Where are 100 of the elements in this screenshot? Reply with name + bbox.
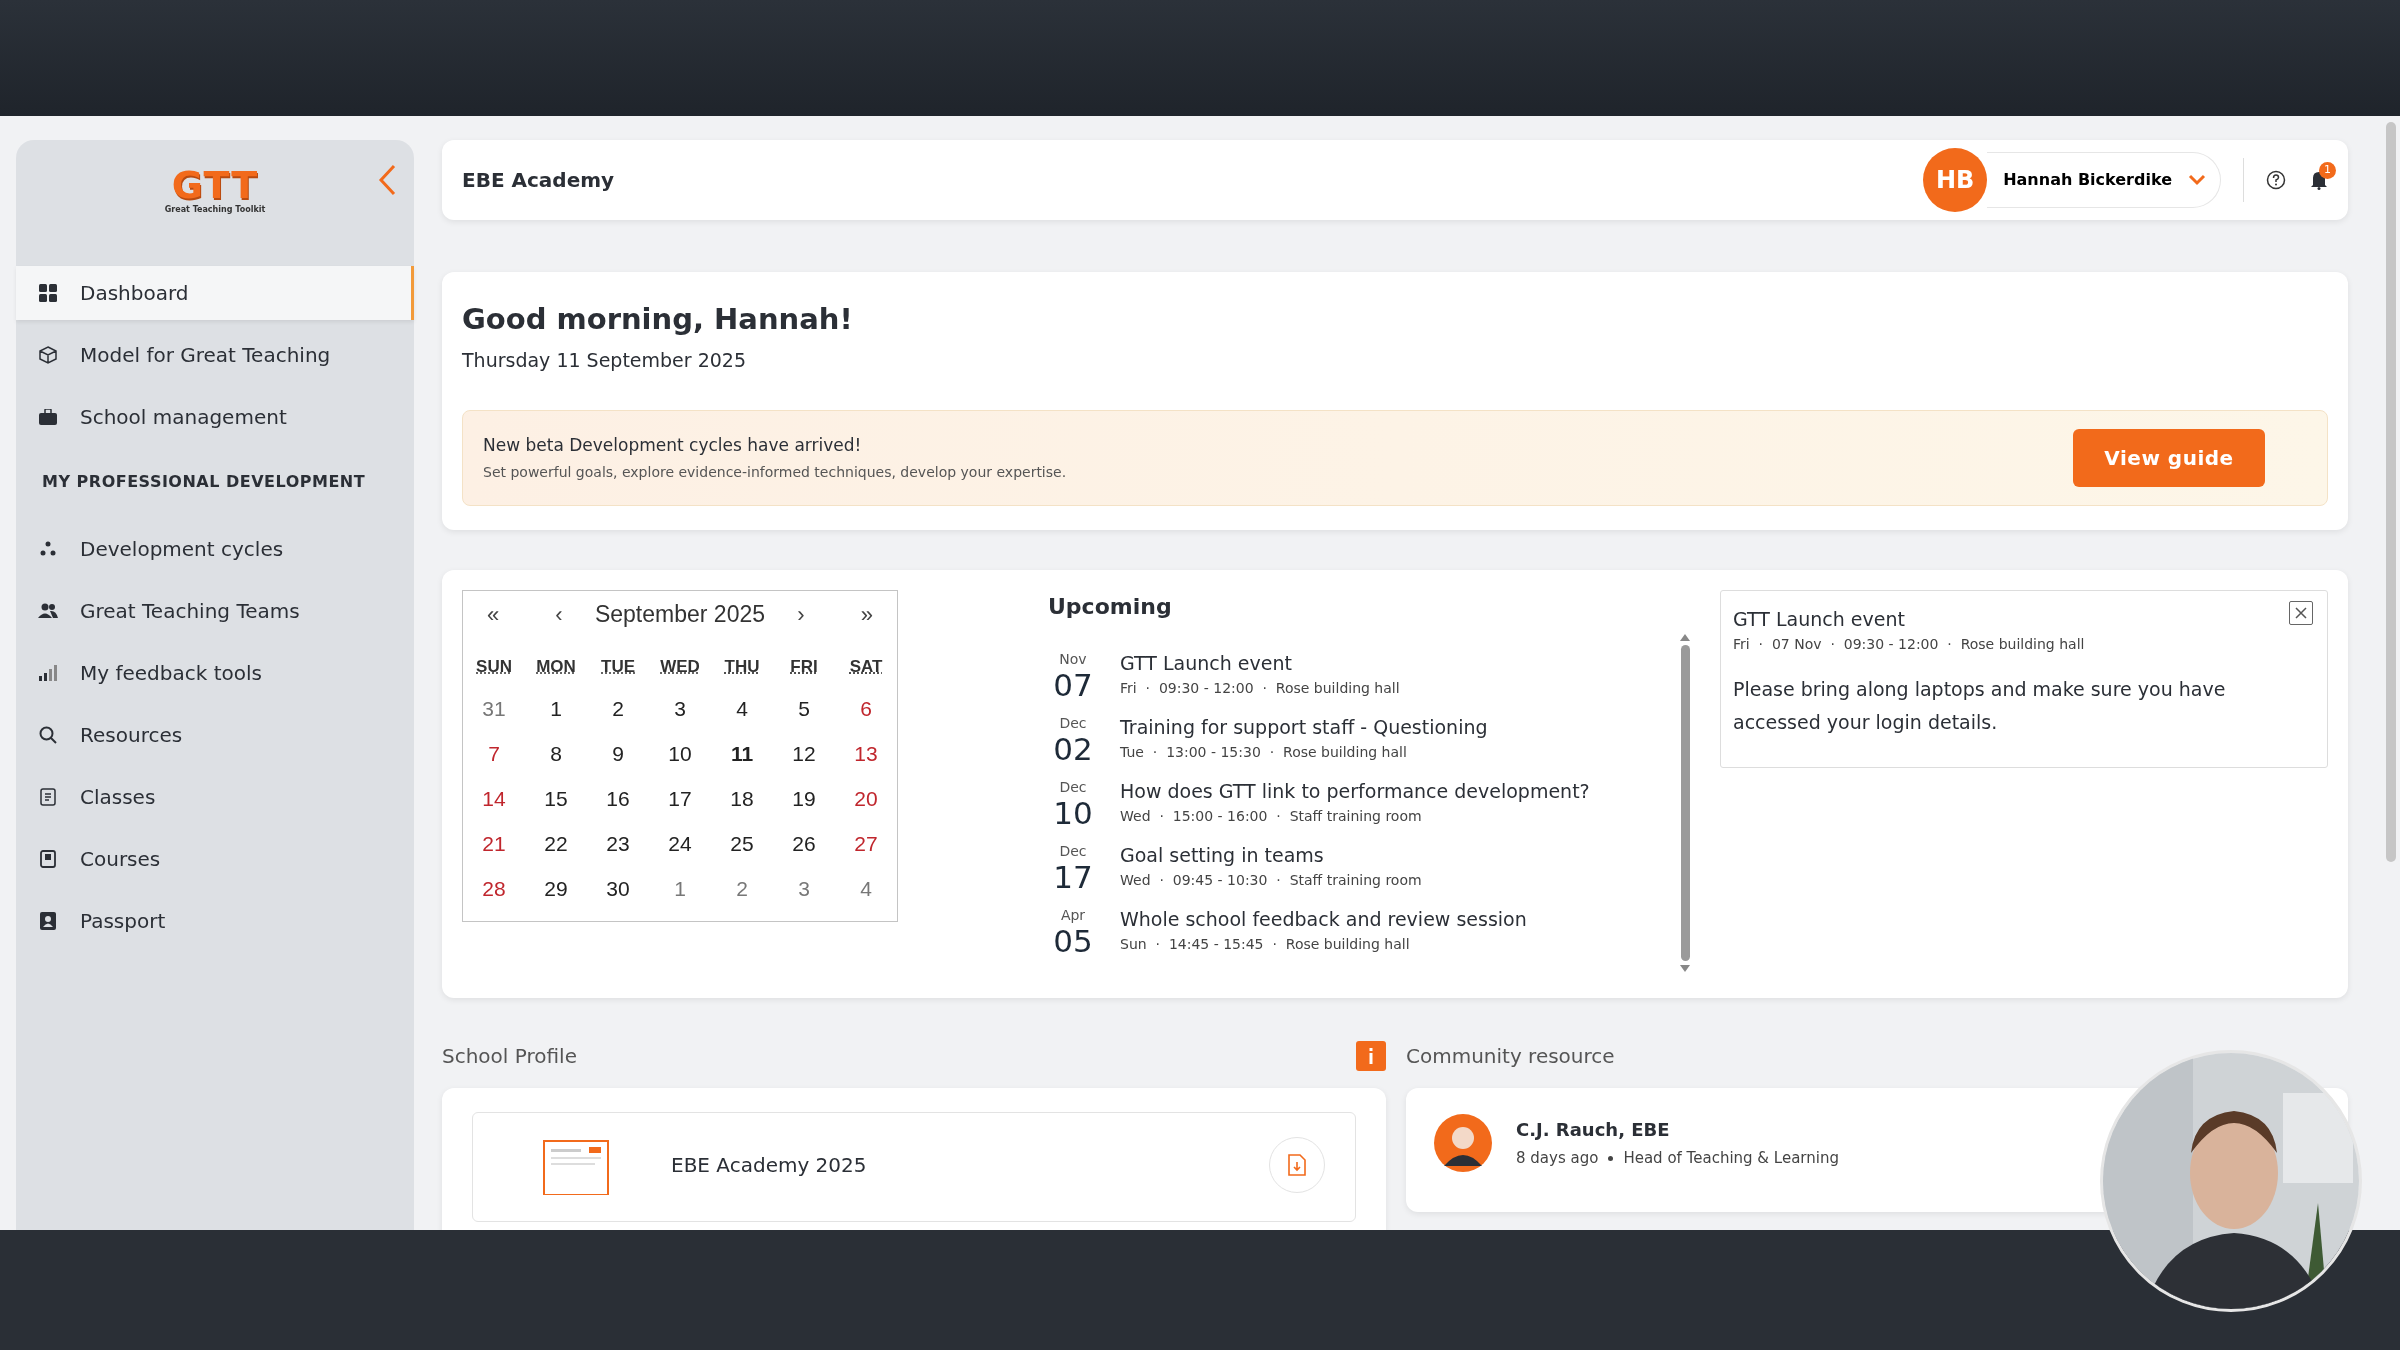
event-day: 10 bbox=[1048, 798, 1098, 829]
weekday-label: SUN bbox=[475, 656, 513, 678]
calendar-day[interactable]: 23 bbox=[587, 820, 649, 866]
event-details: Fri · 09:30 - 12:00 · Rose building hall bbox=[1120, 678, 1400, 698]
sidebar-item[interactable]: Classes bbox=[16, 770, 414, 824]
section-title: Upcoming bbox=[1048, 593, 1173, 621]
calendar-day[interactable]: 4 bbox=[711, 685, 773, 731]
weekday-label: WED bbox=[659, 656, 701, 678]
sidebar-item[interactable]: Courses bbox=[16, 832, 414, 886]
last-month-button[interactable]: » bbox=[836, 597, 897, 632]
event-day: 02 bbox=[1048, 734, 1098, 765]
scroll-down-icon[interactable] bbox=[1680, 965, 1690, 972]
grid-icon bbox=[39, 284, 57, 302]
calendar-day[interactable]: 2 bbox=[711, 865, 773, 911]
chevron-left-icon[interactable] bbox=[378, 164, 396, 196]
calendar-day[interactable]: 7 bbox=[463, 730, 525, 776]
download-button[interactable] bbox=[1269, 1137, 1325, 1193]
calendar-day[interactable]: 5 bbox=[773, 685, 835, 731]
user-menu[interactable]: Hannah Bickerdike bbox=[1987, 152, 2221, 208]
calendar-day[interactable]: 6 bbox=[835, 685, 897, 731]
event-details: Fri · 07 Nov · 09:30 - 12:00 · Rose building hall bbox=[1733, 634, 2086, 654]
weekday-label: MON bbox=[535, 656, 577, 678]
info-icon bbox=[1356, 1041, 1386, 1071]
calendar-day[interactable]: 11 bbox=[711, 730, 773, 776]
weekday-label: SAT bbox=[848, 656, 884, 678]
sidebar-item[interactable]: Development cycles bbox=[16, 522, 414, 576]
calendar-day[interactable]: 1 bbox=[649, 865, 711, 911]
event-title[interactable]: Goal setting in teams bbox=[1120, 841, 1422, 870]
event-title[interactable]: How does GTT link to performance development? bbox=[1120, 777, 1590, 806]
event-month: Nov bbox=[1058, 650, 1088, 669]
calendar-day[interactable]: 20 bbox=[835, 775, 897, 821]
calendar-day[interactable]: 16 bbox=[587, 775, 649, 821]
calendar-day[interactable]: 2 bbox=[587, 685, 649, 731]
calendar-day[interactable]: 29 bbox=[525, 865, 587, 911]
event-details: Wed · 09:45 - 10:30 · Staff training room bbox=[1120, 870, 1422, 890]
scrollbar-thumb[interactable] bbox=[2386, 122, 2396, 862]
date-text: Thursday 11 September 2025 bbox=[462, 347, 748, 373]
sidebar-item[interactable]: Model for Great Teaching bbox=[16, 328, 414, 382]
book-icon bbox=[40, 850, 56, 868]
section-title: School Profile bbox=[442, 1043, 577, 1070]
first-month-button[interactable]: « bbox=[463, 597, 523, 632]
calendar-day[interactable]: 1 bbox=[525, 685, 587, 731]
calendar-day[interactable]: 19 bbox=[773, 775, 835, 821]
calendar-day[interactable]: 9 bbox=[587, 730, 649, 776]
section-heading: MY PROFESSIONAL DEVELOPMENT bbox=[41, 471, 367, 493]
notification-badge: 1 bbox=[2319, 162, 2336, 179]
event-title[interactable]: Whole school feedback and review session bbox=[1120, 905, 1527, 934]
greeting-title: Good morning, Hannah! bbox=[462, 301, 854, 338]
calendar-day[interactable]: 12 bbox=[773, 730, 835, 776]
calendar-day[interactable]: 17 bbox=[649, 775, 711, 821]
event-month: Apr bbox=[1059, 906, 1087, 925]
sidebar-item[interactable]: Passport bbox=[16, 894, 414, 948]
event-month: Dec bbox=[1058, 778, 1088, 797]
event-day: 07 bbox=[1048, 670, 1098, 701]
sidebar-item[interactable]: School management bbox=[16, 390, 414, 444]
month-title: September 2025 bbox=[594, 600, 765, 630]
search-icon bbox=[39, 726, 57, 744]
calendar-day[interactable]: 4 bbox=[835, 865, 897, 911]
calendar-day[interactable]: 31 bbox=[463, 685, 525, 731]
weekday-label: THU bbox=[723, 656, 761, 678]
sidebar-item[interactable]: Great Teaching Teams bbox=[16, 584, 414, 638]
event-title[interactable]: Training for support staff - Questioning bbox=[1120, 713, 1488, 742]
help-icon[interactable] bbox=[2266, 170, 2286, 190]
calendar-day[interactable]: 22 bbox=[525, 820, 587, 866]
author-name: C.J. Rauch, EBE bbox=[1516, 1118, 1671, 1143]
calendar-day[interactable]: 10 bbox=[649, 730, 711, 776]
calendar-day[interactable]: 28 bbox=[463, 865, 525, 911]
event-title[interactable]: GTT Launch event bbox=[1120, 649, 1400, 678]
calendar-day[interactable]: 14 bbox=[463, 775, 525, 821]
download-icon bbox=[1288, 1154, 1306, 1176]
sidebar-item[interactable]: Dashboard bbox=[16, 266, 414, 320]
event-month: Dec bbox=[1058, 842, 1088, 861]
calendar-day[interactable]: 3 bbox=[649, 685, 711, 731]
sidebar-item[interactable]: My feedback tools bbox=[16, 646, 414, 700]
calendar-day[interactable]: 24 bbox=[649, 820, 711, 866]
calendar-day[interactable]: 8 bbox=[525, 730, 587, 776]
cube-icon bbox=[39, 346, 57, 364]
weekday-label: FRI bbox=[789, 656, 819, 678]
calendar-day[interactable]: 15 bbox=[525, 775, 587, 821]
close-button[interactable] bbox=[2289, 601, 2313, 625]
author-role: Head of Teaching & Learning bbox=[1623, 1148, 1839, 1170]
calendar-day[interactable]: 13 bbox=[835, 730, 897, 776]
calendar-day[interactable]: 30 bbox=[587, 865, 649, 911]
calendar-day[interactable]: 25 bbox=[711, 820, 773, 866]
event-month: Dec bbox=[1058, 714, 1088, 733]
next-month-button[interactable]: › bbox=[771, 597, 831, 632]
sidebar-item[interactable]: Resources bbox=[16, 708, 414, 762]
avatar: HB bbox=[1923, 148, 1988, 212]
scroll-up-icon[interactable] bbox=[1680, 634, 1690, 641]
scrollbar-thumb[interactable] bbox=[1680, 645, 1690, 961]
event-details: Wed · 15:00 - 16:00 · Staff training room bbox=[1120, 806, 1423, 826]
calendar-day[interactable]: 3 bbox=[773, 865, 835, 911]
calendar-day[interactable]: 18 bbox=[711, 775, 773, 821]
calendar-day[interactable]: 21 bbox=[463, 820, 525, 866]
calendar-day[interactable]: 26 bbox=[773, 820, 835, 866]
calendar-day[interactable]: 27 bbox=[835, 820, 897, 866]
weekday-label: TUE bbox=[600, 656, 636, 678]
bar-chart-icon bbox=[39, 665, 57, 681]
event-description: Please bring along laptops and make sure you have accessed your login details. bbox=[1733, 676, 2227, 735]
previous-month-button[interactable]: ‹ bbox=[528, 597, 589, 632]
